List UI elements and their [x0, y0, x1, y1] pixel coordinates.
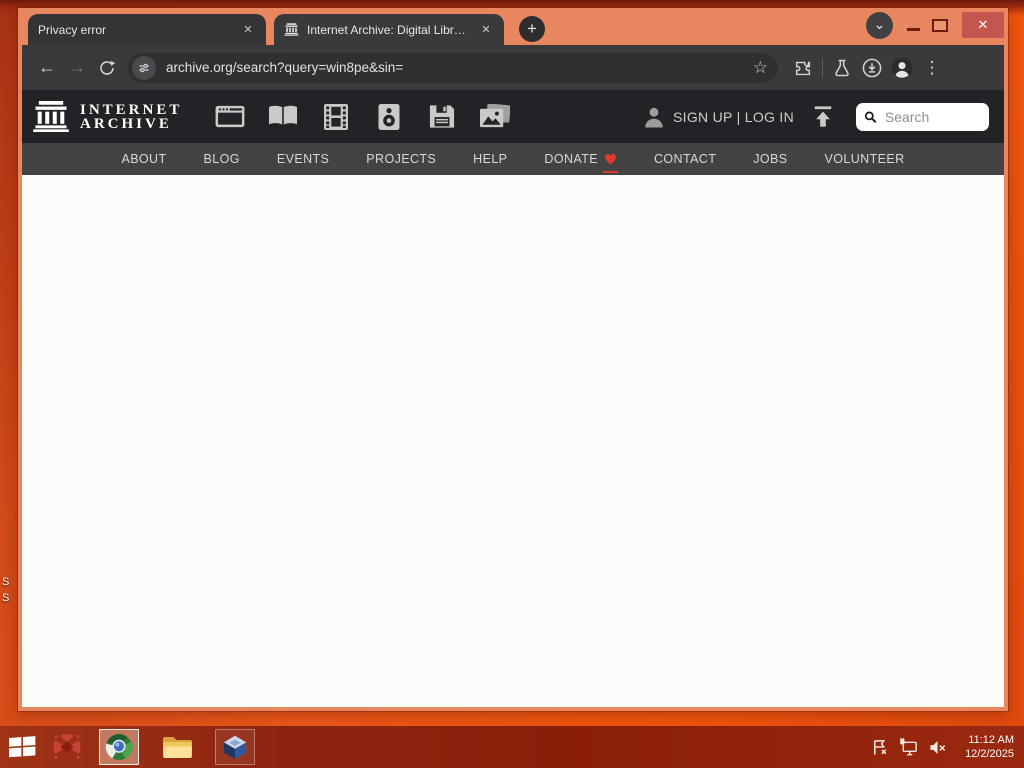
- browser-app-icon: [105, 734, 133, 760]
- close-window-button[interactable]: ✕: [962, 12, 1004, 38]
- virtualbox-app-button[interactable]: [215, 729, 255, 765]
- desktop-icon-label[interactable]: S: [2, 592, 9, 604]
- internet-archive-navbar: ABOUT BLOG EVENTS PROJECTS HELP DONATE C…: [22, 143, 1004, 175]
- signup-login-link[interactable]: SIGN UP | LOG IN: [673, 109, 794, 125]
- nav-projects[interactable]: PROJECTS: [366, 152, 436, 166]
- nav-volunteer[interactable]: VOLUNTEER: [825, 152, 905, 166]
- wordmark-line2: ARCHIVE: [80, 115, 172, 132]
- tab-title: Privacy error: [38, 22, 107, 37]
- nav-help[interactable]: HELP: [473, 152, 507, 166]
- software-icon[interactable]: [422, 104, 462, 129]
- audio-icon[interactable]: [369, 103, 409, 130]
- extensions-button[interactable]: [788, 53, 818, 83]
- forward-button[interactable]: →: [62, 57, 92, 78]
- bookmark-star-icon[interactable]: ☆: [753, 58, 768, 78]
- file-explorer-icon: [162, 737, 192, 758]
- clock-time: 11:12 AM: [968, 734, 1014, 746]
- red-app-icon: [53, 734, 81, 759]
- person-icon: [645, 107, 663, 127]
- reload-icon: [100, 60, 116, 75]
- windows-logo-icon: [8, 736, 35, 758]
- nav-donate-label: DONATE: [544, 152, 598, 166]
- virtualbox-icon: [223, 735, 247, 760]
- upload-icon[interactable]: [812, 106, 834, 127]
- header-right-cluster: SIGN UP | LOG IN: [643, 102, 989, 131]
- tab-privacy-error[interactable]: Privacy error ✕: [28, 14, 266, 45]
- internet-archive-favicon: [284, 23, 299, 36]
- texts-icon[interactable]: [263, 104, 303, 129]
- web-icon[interactable]: [210, 104, 250, 129]
- nav-events[interactable]: EVENTS: [277, 152, 329, 166]
- taskbar-red-app[interactable]: [44, 732, 90, 762]
- profile-button[interactable]: [887, 53, 917, 83]
- avatar-icon: [891, 57, 913, 78]
- menu-button[interactable]: ⋮: [917, 53, 947, 83]
- downloads-button[interactable]: [857, 53, 887, 83]
- browser-app-button[interactable]: [99, 729, 139, 765]
- window-controls: ⌄ ✕: [866, 8, 1004, 42]
- nav-jobs[interactable]: JOBS: [753, 152, 787, 166]
- tab-internet-archive[interactable]: Internet Archive: Digital Library ✕: [274, 14, 504, 45]
- toolbar-separator: [822, 57, 823, 78]
- media-type-icons: [210, 103, 515, 130]
- clock-date: 12/2/2025: [965, 748, 1014, 760]
- taskbar: 11:12 AM 12/2/2025: [0, 726, 1024, 768]
- volume-muted-icon[interactable]: [928, 738, 948, 757]
- close-tab-icon[interactable]: ✕: [240, 22, 256, 38]
- webpage: INTERNET ARCHIVE SIGN UP | LOG IN Search…: [22, 90, 1004, 707]
- browser-toolbar: ← → archive.org/search?query=win8pe&sin=: [22, 45, 1004, 90]
- reload-button[interactable]: [92, 53, 122, 83]
- donate-underline: [602, 171, 618, 173]
- taskbar-virtualbox[interactable]: [206, 729, 264, 765]
- images-icon[interactable]: [475, 104, 515, 129]
- search-input[interactable]: [882, 107, 981, 126]
- maximize-button[interactable]: [932, 18, 948, 32]
- start-button[interactable]: [0, 726, 44, 768]
- minimize-button[interactable]: [907, 27, 920, 31]
- labs-button[interactable]: [827, 53, 857, 83]
- wordmark-line1: INTERNET: [80, 101, 183, 118]
- url-text[interactable]: archive.org/search?query=win8pe&sin=: [166, 60, 745, 75]
- nav-contact[interactable]: CONTACT: [654, 152, 716, 166]
- heart-icon: [605, 153, 616, 165]
- back-button[interactable]: ←: [32, 57, 62, 78]
- action-center-icon[interactable]: [871, 738, 890, 757]
- nav-blog[interactable]: BLOG: [204, 152, 240, 166]
- download-icon: [862, 58, 882, 77]
- site-info-icon[interactable]: [132, 55, 156, 80]
- new-tab-button[interactable]: +: [519, 16, 545, 42]
- browser-window: Privacy error ✕ Internet Archive: Digita…: [18, 8, 1008, 711]
- desktop: S S Privacy error ✕ Internet Archive: Di…: [0, 0, 1024, 768]
- flask-icon: [835, 59, 849, 76]
- puzzle-icon: [795, 61, 811, 75]
- site-search-box[interactable]: [856, 102, 989, 131]
- system-tray: 11:12 AM 12/2/2025: [871, 733, 1024, 761]
- taskbar-browser[interactable]: [90, 729, 148, 765]
- address-bar[interactable]: archive.org/search?query=win8pe&sin= ☆: [128, 52, 778, 83]
- browser-titlebar: Privacy error ✕ Internet Archive: Digita…: [22, 8, 1004, 45]
- internet-archive-wordmark[interactable]: INTERNET ARCHIVE: [80, 101, 183, 132]
- internet-archive-header: INTERNET ARCHIVE SIGN UP | LOG IN Search: [22, 90, 1004, 143]
- page-content-blank: [22, 175, 1004, 707]
- tab-search-button[interactable]: ⌄: [866, 11, 893, 39]
- tab-title: Internet Archive: Digital Library: [307, 22, 470, 37]
- search-icon: [864, 110, 877, 123]
- nav-about[interactable]: ABOUT: [121, 152, 166, 166]
- network-icon[interactable]: [899, 737, 919, 757]
- taskbar-clock[interactable]: 11:12 AM 12/2/2025: [965, 733, 1014, 761]
- nav-donate[interactable]: DONATE: [544, 152, 618, 173]
- close-tab-icon[interactable]: ✕: [478, 22, 494, 38]
- taskbar-file-explorer[interactable]: [148, 734, 206, 760]
- desktop-icon-label[interactable]: S: [2, 576, 9, 588]
- internet-archive-logo[interactable]: [32, 101, 70, 132]
- video-icon[interactable]: [316, 103, 356, 130]
